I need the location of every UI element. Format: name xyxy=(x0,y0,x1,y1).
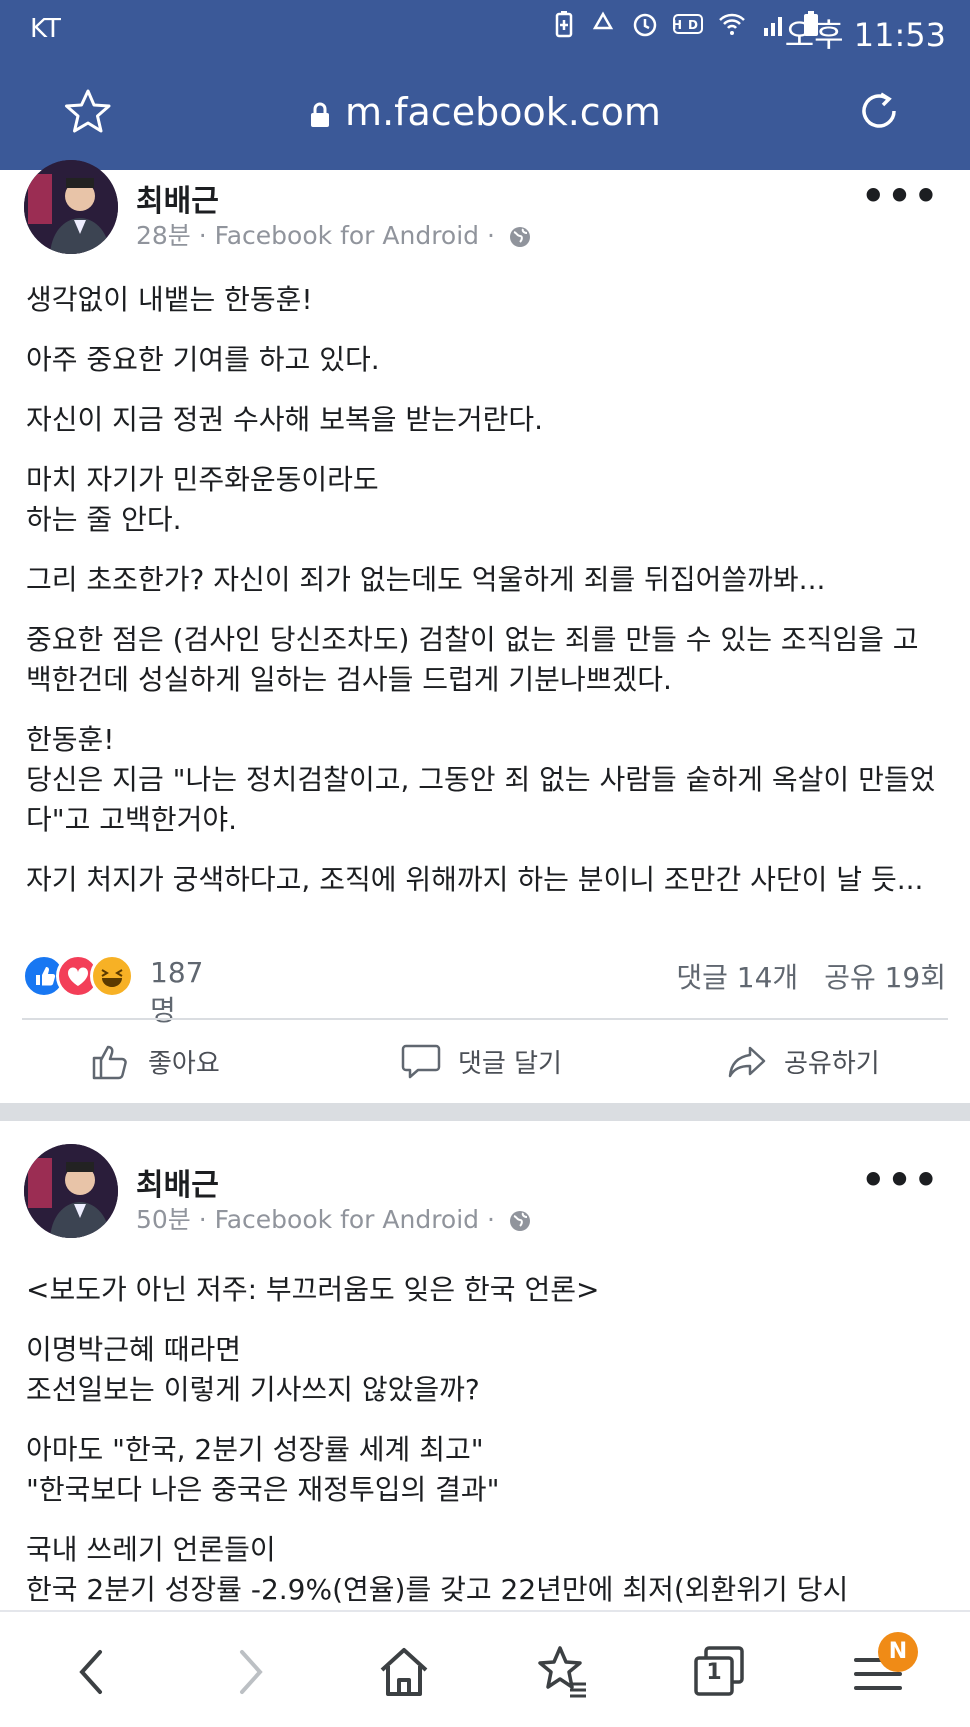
avatar[interactable] xyxy=(24,160,118,254)
status-bar: KT HD 오후 11:53 xyxy=(0,0,970,56)
thumbs-up-icon xyxy=(92,1045,127,1080)
post-paragraph: 중요한 점은 (검사인 당신조차도) 검찰이 없는 죄를 만들 수 있는 조직임… xyxy=(26,623,919,696)
address-bar[interactable]: m.facebook.com xyxy=(0,90,970,134)
like-label: 좋아요 xyxy=(148,1048,220,1079)
feed-divider xyxy=(0,1103,970,1121)
post-meta: 28분 · Facebook for Android · xyxy=(136,216,531,252)
post-paragraph: <보도가 아닌 저주: 부끄러움도 잊은 한국 언론> xyxy=(26,1273,600,1306)
comment-bubble-icon xyxy=(401,1044,441,1079)
share-arrow-icon xyxy=(728,1046,766,1078)
tabs-button[interactable]: 1 xyxy=(690,1644,750,1700)
tab-count: 1 xyxy=(706,1660,722,1685)
comment-button[interactable]: 댓글 달기 xyxy=(400,1036,562,1086)
post-paragraph: 마치 자기가 민주화운동이라도 하는 줄 안다. xyxy=(26,463,379,536)
post-body: <보도가 아닌 저주: 부끄러움도 잊은 한국 언론> 이명박근혜 때라면 조선… xyxy=(26,1270,942,1630)
bookmarks-icon[interactable] xyxy=(532,1644,592,1700)
post-author[interactable]: 최배근 xyxy=(136,1160,219,1204)
browser-bottom-bar: 1 xyxy=(0,1610,970,1727)
forward-arrow-icon[interactable] xyxy=(218,1644,278,1700)
globe-icon xyxy=(509,227,530,247)
svg-text:HD: HD xyxy=(673,18,703,32)
post-paragraph: 자기 처지가 궁색하다고, 조직에 위해까지 하는 분이니 조만간 사단이 날 … xyxy=(26,863,924,896)
lock-icon xyxy=(311,102,330,127)
post-actions: 좋아요 댓글 달기 공유하기 xyxy=(0,1036,970,1086)
recycle-icon xyxy=(592,11,613,30)
globe-icon xyxy=(509,1211,530,1231)
system-icons: HD xyxy=(554,10,820,45)
post-stats: 댓글 14개 공유 19회 xyxy=(676,956,946,996)
post-meta-text: 28분 · Facebook for Android · xyxy=(136,221,495,250)
more-options-icon[interactable]: ••• xyxy=(861,174,940,218)
url-text: m.facebook.com xyxy=(345,90,661,134)
post-paragraph: 아마도 "한국, 2분기 성장률 세계 최고" "한국보다 나은 중국은 재정투… xyxy=(26,1433,500,1506)
home-icon[interactable] xyxy=(374,1644,434,1700)
post-paragraph: 생각없이 내뱉는 한동훈! xyxy=(26,283,313,316)
haha-reaction-icon xyxy=(90,954,134,998)
post-paragraph: 아주 중요한 기여를 하고 있다. xyxy=(26,343,380,376)
separator xyxy=(22,1018,948,1020)
avatar[interactable] xyxy=(24,1144,118,1238)
share-count[interactable]: 공유 19회 xyxy=(824,961,946,994)
post-author[interactable]: 최배근 xyxy=(136,176,219,220)
post-paragraph: 이명박근혜 때라면 조선일보는 이렇게 기사쓰지 않았을까? xyxy=(26,1333,480,1406)
wifi-icon xyxy=(719,13,746,35)
share-button[interactable]: 공유하기 xyxy=(726,1036,880,1086)
browser-top-bar: KT HD 오후 11:53 m.facebook.com xyxy=(0,0,970,170)
post-body: 생각없이 내뱉는 한동훈! 아주 중요한 기여를 하고 있다. 자신이 지금 정… xyxy=(26,280,942,920)
more-options-icon[interactable]: ••• xyxy=(861,1158,940,1202)
like-button[interactable]: 좋아요 xyxy=(90,1036,220,1086)
post-paragraph: 그리 초조한가? 자신이 죄가 없는데도 억울하게 죄를 뒤집어쓸까봐... xyxy=(26,563,826,596)
share-label: 공유하기 xyxy=(784,1048,880,1079)
comment-count[interactable]: 댓글 14개 xyxy=(676,961,798,994)
clock: 오후 11:53 xyxy=(784,16,946,54)
carrier-label: KT xyxy=(30,14,61,44)
alarm-icon xyxy=(633,13,657,37)
post-meta: 50분 · Facebook for Android · xyxy=(136,1200,531,1236)
post-paragraph: 국내 쓰레기 언론들이 한국 2분기 성장률 -2.9%(연율)를 갖고 22년… xyxy=(26,1533,849,1606)
post-paragraph: 자신이 지금 정권 수사해 보복을 받는거란다. xyxy=(26,403,544,436)
comment-label: 댓글 달기 xyxy=(458,1048,562,1079)
reload-icon[interactable] xyxy=(854,86,904,136)
notification-badge: N xyxy=(878,1632,918,1672)
battery-saver-icon xyxy=(556,11,573,38)
back-arrow-icon[interactable] xyxy=(64,1644,124,1700)
hd-icon: HD xyxy=(672,14,704,34)
post-meta-text: 50분 · Facebook for Android · xyxy=(136,1205,495,1234)
post-paragraph: 한동훈! 당신은 지금 "나는 정치검찰이고, 그동안 죄 없는 사람들 숱하게… xyxy=(26,723,936,836)
